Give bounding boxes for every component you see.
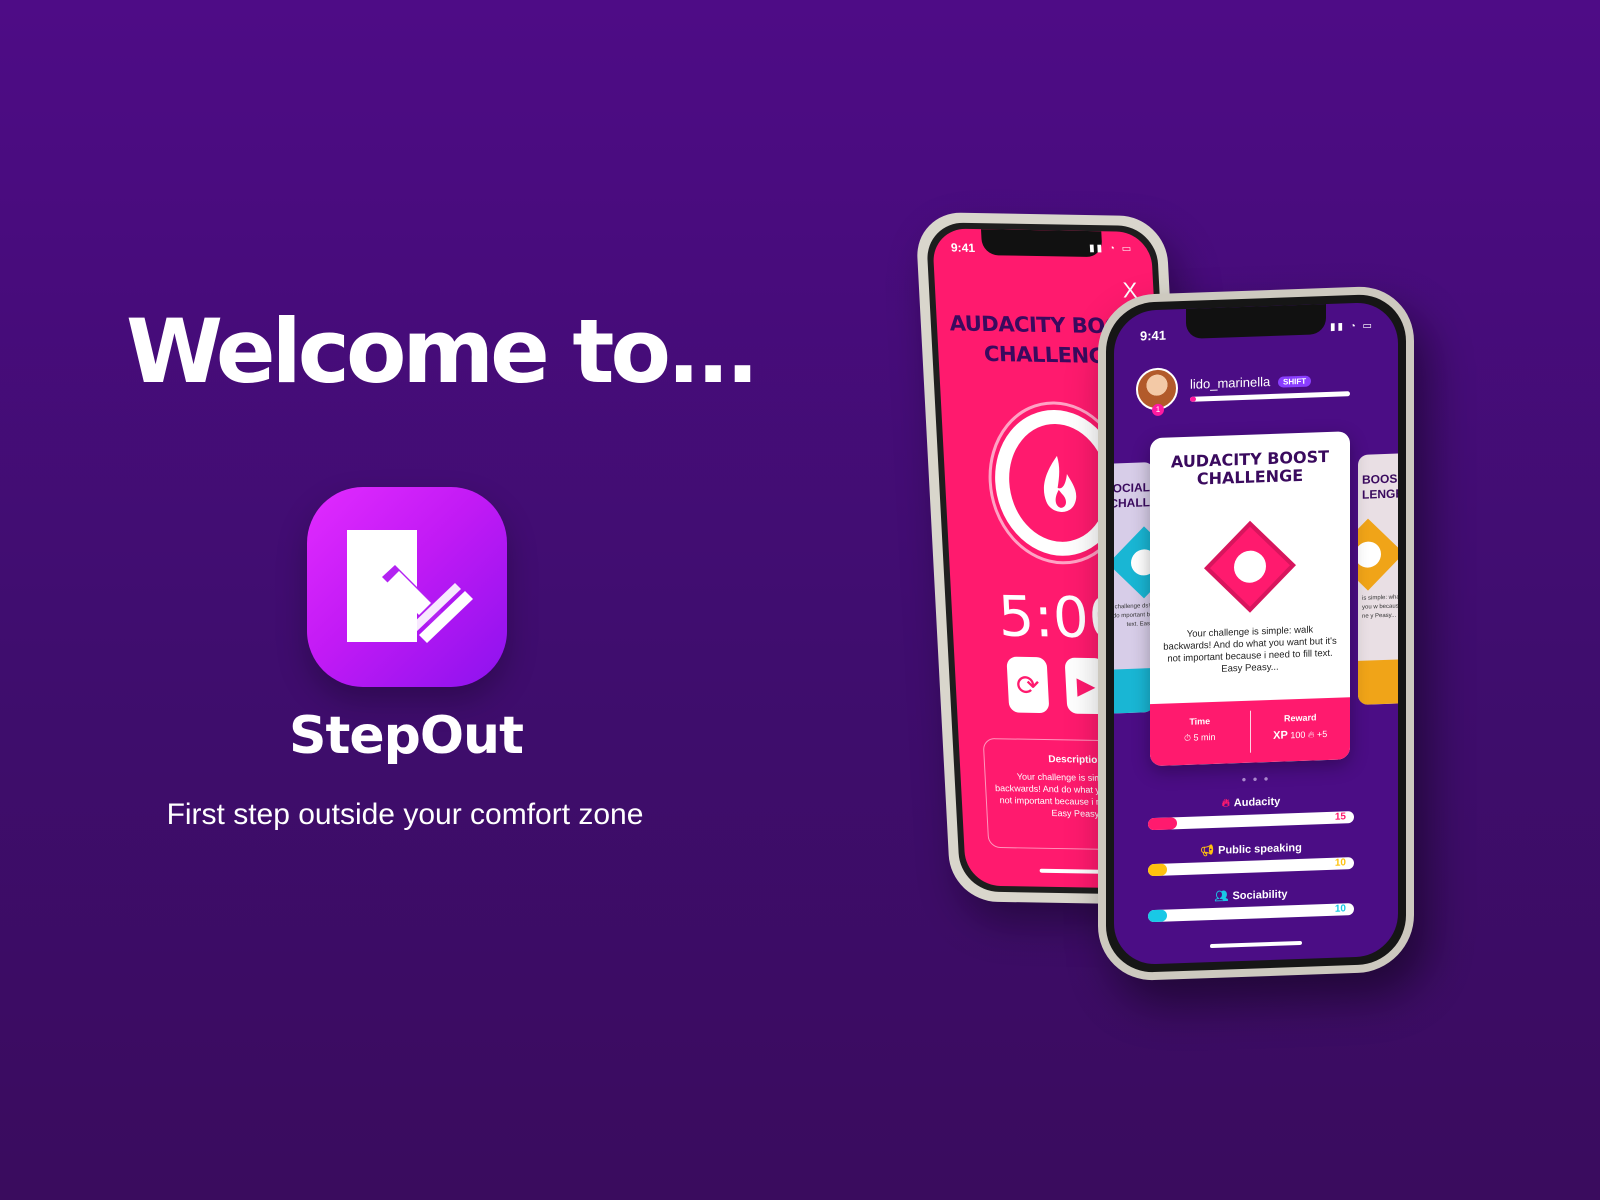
profile-phone-screen: 9:41 ▮▮ ◔ ▭ 1 lido_marinella SHIFT OCIAL…	[1106, 293, 1406, 974]
phone-notch	[980, 229, 1103, 258]
status-time: 9:41	[950, 240, 976, 255]
xp-progress-bar	[1190, 391, 1350, 402]
status-time: 9:41	[1140, 327, 1167, 344]
stat-value: 10	[1334, 903, 1346, 915]
rank-badge: SHIFT	[1278, 375, 1312, 388]
stat-audacity: 🔥︎ Audacity 15	[1148, 793, 1354, 831]
reward-column: Reward XP 100 🔥︎ +5	[1249, 707, 1351, 753]
side-card-title: OCIAL CHALL	[1114, 480, 1150, 511]
stat-label-row: 🔥︎ Audacity	[1148, 793, 1354, 813]
challenge-card[interactable]: AUDACITY BOOST CHALLENGE Your challenge …	[1150, 431, 1351, 767]
reset-button[interactable]: ⟳	[1006, 656, 1050, 714]
side-card-text: is simple: what you w because i ne y Pea…	[1362, 594, 1398, 620]
challenge-card-previous[interactable]: OCIAL CHALL r challenge ds! And do mport…	[1114, 462, 1154, 714]
profile-screen: 9:41 ▮▮ ◔ ▭ 1 lido_marinella SHIFT OCIAL…	[1114, 301, 1398, 966]
diamond-icon	[1204, 520, 1296, 613]
people-icon: 👥︎	[1214, 890, 1229, 903]
stat-label-row: 👥︎ Sociability	[1148, 885, 1354, 905]
time-label: Time	[1189, 716, 1211, 727]
home-indicator[interactable]	[1210, 940, 1302, 949]
play-icon: ▶	[1076, 672, 1096, 700]
stat-fill	[1148, 817, 1177, 831]
megaphone-icon: 📢︎	[1200, 844, 1215, 858]
stat-bar: 15	[1148, 811, 1354, 831]
time-value-row: ⏱ 5 min	[1150, 731, 1250, 745]
stat-public-speaking: 📢︎ Public speaking 10	[1148, 839, 1354, 877]
challenge-card-footer: Time ⏱ 5 min Reward XP 100 🔥︎ +5	[1150, 697, 1351, 767]
stat-fill	[1148, 863, 1167, 877]
side-card-footer	[1114, 668, 1154, 714]
side-card-footer	[1358, 659, 1398, 705]
stat-bar: 10	[1148, 903, 1354, 923]
stat-fill	[1148, 909, 1167, 923]
stat-sociability: 👥︎ Sociability 10	[1148, 885, 1354, 923]
reward-label: Reward	[1283, 712, 1317, 724]
time-column: Time ⏱ 5 min	[1150, 701, 1250, 766]
time-value: 5 min	[1193, 731, 1216, 743]
xp-progress-fill	[1190, 396, 1197, 402]
status-icons: ▮▮ ◔ ▭	[1088, 242, 1134, 255]
stat-label: Audacity	[1233, 795, 1281, 810]
stat-value: 10	[1334, 857, 1346, 869]
stopwatch-icon: ⏱	[1183, 732, 1191, 743]
stat-value: 15	[1334, 811, 1346, 823]
stepout-logo-icon	[347, 530, 473, 643]
diamond-icon	[1114, 526, 1154, 599]
profile-phone: 9:41 ▮▮ ◔ ▭ 1 lido_marinella SHIFT OCIAL…	[1098, 284, 1414, 982]
reward-value-row: XP 100 🔥︎ +5	[1251, 727, 1351, 742]
side-card-text: r challenge ds! And do mportant b text. …	[1114, 603, 1150, 628]
stat-bar: 10	[1148, 857, 1354, 877]
challenge-card-text: Your challenge is simple: walk backwards…	[1163, 624, 1337, 675]
xp-icon: XP	[1273, 729, 1288, 742]
challenge-card-next[interactable]: BOOS LENGE is simple: what you w because…	[1358, 453, 1398, 705]
flame-icon: 🔥︎	[1307, 729, 1315, 740]
reward-flame: +5	[1317, 728, 1328, 740]
stat-label: Sociability	[1232, 888, 1288, 903]
app-name: StepOut	[289, 706, 524, 766]
challenge-card-title: AUDACITY BOOST CHALLENGE	[1170, 446, 1330, 489]
hero-section: Welcome to... StepOut First step outside…	[0, 0, 820, 1200]
stepout-app-icon	[307, 487, 507, 687]
welcome-heading: Welcome to...	[126, 300, 759, 403]
reward-xp: 100	[1290, 729, 1306, 741]
phone-notch	[1186, 304, 1326, 339]
stat-label-row: 📢︎ Public speaking	[1148, 839, 1354, 859]
stat-label: Public speaking	[1218, 841, 1302, 857]
diamond-icon	[1358, 518, 1398, 591]
username: lido_marinella	[1190, 373, 1271, 392]
side-card-title: BOOS LENGE	[1362, 471, 1398, 502]
status-icons: ▮▮ ◔ ▭	[1329, 320, 1374, 333]
carousel-dots[interactable]: ● ● ●	[1114, 770, 1398, 789]
tagline: First step outside your comfort zone	[166, 798, 644, 831]
level-badge: 1	[1152, 403, 1164, 417]
refresh-icon: ⟳	[1015, 669, 1041, 701]
flame-icon: 🔥︎	[1221, 797, 1230, 810]
